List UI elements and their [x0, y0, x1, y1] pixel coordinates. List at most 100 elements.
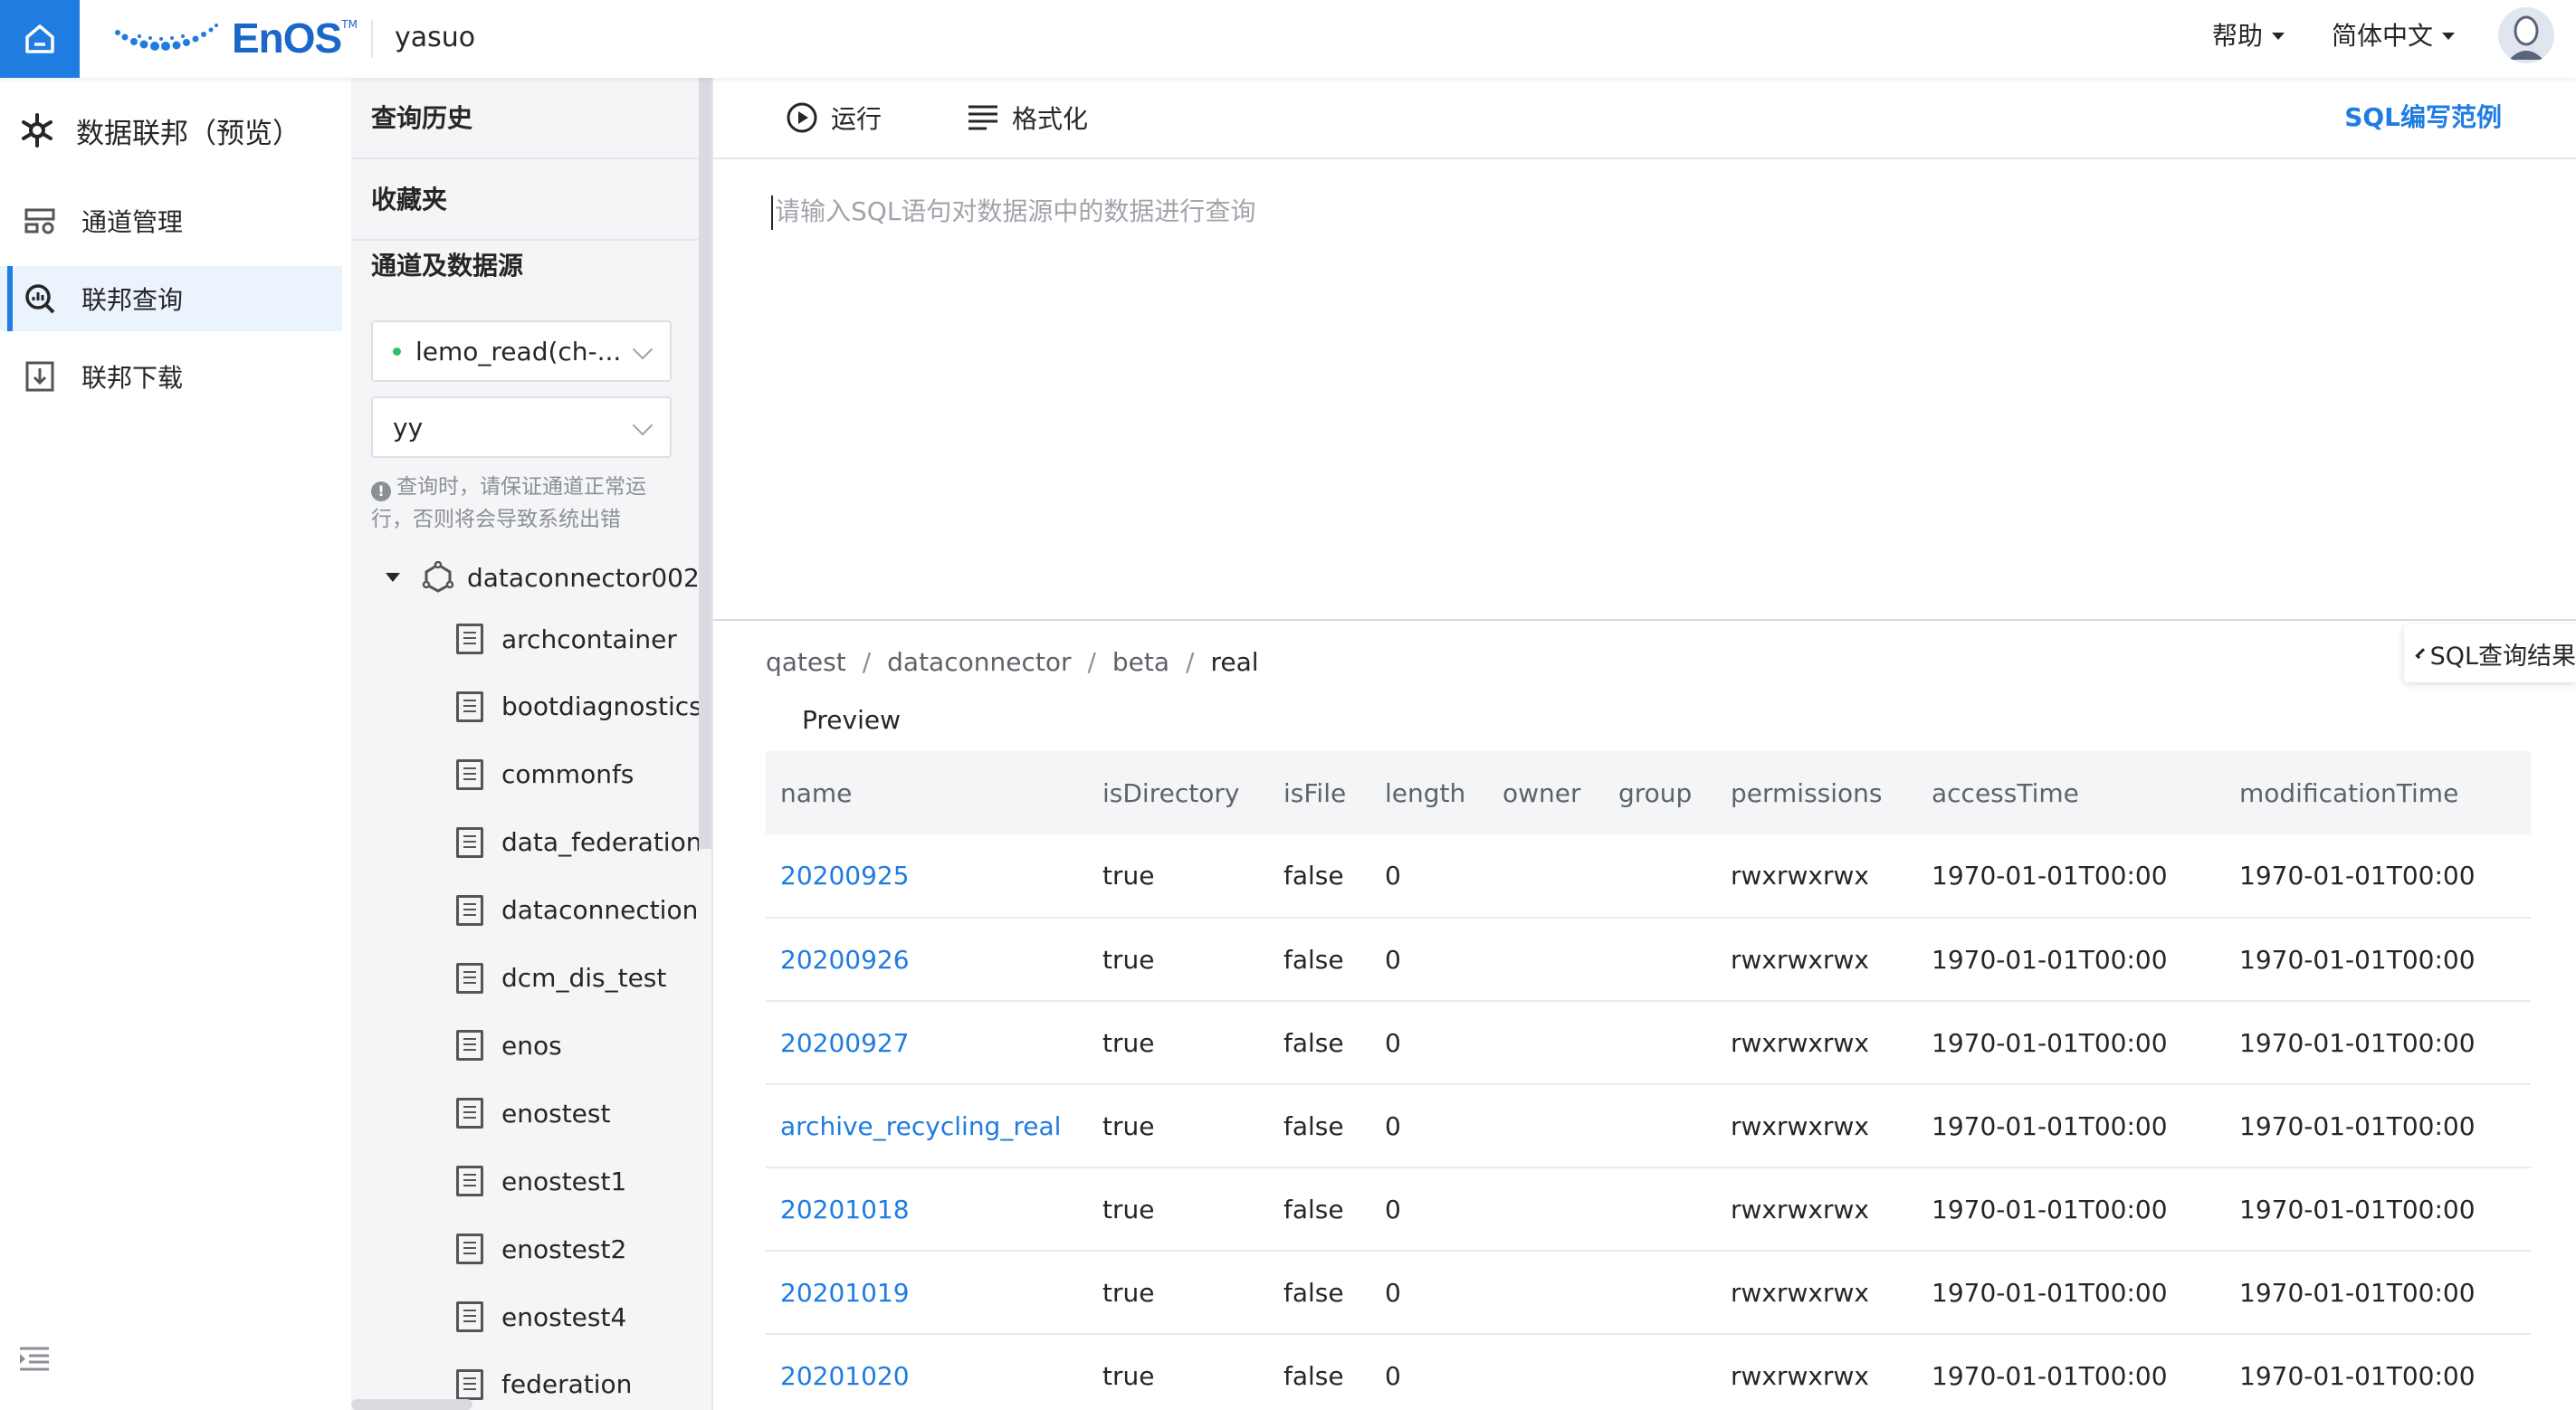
- table-cell: 1970-01-01T00:00: [1917, 1334, 2225, 1410]
- enos-logo[interactable]: EnOS TM: [112, 13, 358, 63]
- table-cell: 0: [1370, 1001, 1488, 1085]
- user-avatar-icon: [2499, 8, 2553, 62]
- federated-download-icon: [25, 361, 54, 392]
- tree-item[interactable]: enostest4: [456, 1297, 699, 1337]
- column-header-isFile[interactable]: isFile: [1269, 751, 1370, 834]
- caret-down-icon[interactable]: [386, 573, 400, 582]
- table-row[interactable]: 20201018 true false 0 rwxrwxrwx 1970-01-01T00…: [766, 1167, 2531, 1252]
- table-row[interactable]: 20200925 true false 0 rwxrwxrwx 1970-01-01T00…: [766, 834, 2531, 919]
- warning-hint: ! 查询时，请保证通道正常运行，否则将会导致系统出错: [371, 471, 684, 536]
- column-header-length[interactable]: length: [1370, 751, 1488, 834]
- tree-item[interactable]: enostest1: [456, 1161, 699, 1201]
- run-label: 运行: [831, 104, 883, 134]
- sql-result-side-tab[interactable]: SQL查询结果: [2404, 624, 2576, 682]
- table-file-icon: [456, 962, 483, 994]
- breadcrumb-separator: /: [1087, 647, 1096, 677]
- tree-item[interactable]: data_federation: [456, 823, 699, 862]
- sql-example-link[interactable]: SQL编写范例: [2344, 78, 2502, 157]
- sidebar-item-federated-download[interactable]: 联邦下载: [0, 344, 342, 409]
- table-cell: [1488, 1167, 1604, 1252]
- row-name-link[interactable]: 20200927: [766, 1001, 1088, 1085]
- column-header-name[interactable]: name: [766, 751, 1088, 834]
- row-name-link[interactable]: 20200925: [766, 834, 1088, 919]
- table-cell: 0: [1370, 1334, 1488, 1410]
- datasource-select-value: yy: [393, 412, 424, 443]
- favorites-tab[interactable]: 收藏夹: [351, 159, 699, 241]
- table-cell: 1970-01-01T00:00: [2225, 834, 2531, 919]
- side-tab-label: SQL查询结果: [2429, 642, 2576, 671]
- play-icon: [787, 102, 817, 133]
- table-cell: false: [1269, 1167, 1370, 1252]
- row-name-link[interactable]: 20201019: [766, 1251, 1088, 1335]
- connector-icon: [422, 561, 454, 593]
- column-header-isDirectory[interactable]: isDirectory: [1088, 751, 1269, 834]
- table-row[interactable]: 20200927 true false 0 rwxrwxrwx 1970-01-01T00…: [766, 1001, 2531, 1085]
- chevron-left-icon: [2415, 648, 2427, 659]
- table-cell: 1970-01-01T00:00: [1917, 834, 2225, 919]
- hint-text: 查询时，请保证通道正常运行，否则将会导致系统出错: [371, 475, 646, 531]
- table-row[interactable]: 20201019 true false 0 rwxrwxrwx 1970-01-01T00…: [766, 1251, 2531, 1335]
- tenant-name[interactable]: yasuo: [395, 18, 475, 58]
- tree-item[interactable]: federation: [456, 1365, 699, 1405]
- help-menu[interactable]: 帮助: [2212, 16, 2285, 56]
- table-cell: 1970-01-01T00:00: [2225, 1167, 2531, 1252]
- collapse-menu-icon[interactable]: [18, 1345, 51, 1372]
- language-menu[interactable]: 简体中文: [2332, 16, 2456, 56]
- query-history-tab[interactable]: 查询历史: [351, 78, 699, 159]
- sidebar-item-federated-query[interactable]: 联邦查询: [0, 266, 342, 331]
- table-row[interactable]: archive_recycling_real true false 0 rwxrwxrw…: [766, 1084, 2531, 1168]
- home-button[interactable]: [0, 0, 80, 78]
- header-divider: [371, 20, 373, 58]
- tree-item[interactable]: enostest: [456, 1093, 699, 1133]
- breadcrumb-item[interactable]: beta: [1112, 643, 1169, 682]
- breadcrumb-item[interactable]: qatest: [766, 643, 846, 682]
- chevron-down-icon: [632, 414, 654, 436]
- table-cell: [1488, 1001, 1604, 1085]
- user-avatar[interactable]: [2498, 7, 2554, 63]
- sql-editor[interactable]: 请输入SQL语句对数据源中的数据进行查询: [713, 159, 2576, 621]
- table-cell: [1604, 834, 1716, 919]
- tree-item[interactable]: archcontainer: [456, 619, 699, 659]
- panel-horizontal-scrollbar[interactable]: [351, 1399, 472, 1410]
- column-header-permissions[interactable]: permissions: [1716, 751, 1917, 834]
- format-button[interactable]: 格式化: [967, 78, 1088, 157]
- breadcrumb-separator: /: [1186, 647, 1195, 677]
- table-cell: rwxrwxrwx: [1716, 1084, 1917, 1168]
- product-name: 数据联邦（预览）: [76, 117, 301, 150]
- column-header-accessTime[interactable]: accessTime: [1917, 751, 2225, 834]
- tree-item[interactable]: commonfs: [456, 755, 699, 795]
- results-table: name isDirectory isFile length owner group per…: [766, 751, 2531, 1410]
- tree-root-node[interactable]: dataconnector002: [386, 557, 700, 597]
- row-name-link[interactable]: 20200926: [766, 918, 1088, 1002]
- table-cell: 1970-01-01T00:00: [2225, 1084, 2531, 1168]
- tree-item[interactable]: dataconnection: [456, 891, 699, 930]
- tree-item-label: dcm_dis_test: [501, 963, 667, 993]
- table-cell: rwxrwxrwx: [1716, 1001, 1917, 1085]
- breadcrumb-item[interactable]: dataconnector: [887, 643, 1071, 682]
- datasource-select[interactable]: yy: [371, 396, 672, 458]
- sidebar-item-channel-manage[interactable]: 通道管理: [0, 188, 342, 253]
- row-name-link[interactable]: 20201020: [766, 1334, 1088, 1410]
- caret-down-icon: [2442, 33, 2456, 40]
- tree-item-label: enostest1: [501, 1166, 627, 1196]
- tree-item[interactable]: enostest2: [456, 1229, 699, 1269]
- tree-item[interactable]: dcm_dis_test: [456, 958, 699, 998]
- column-header-owner[interactable]: owner: [1488, 751, 1604, 834]
- table-row[interactable]: 20201020 true false 0 rwxrwxrwx 1970-01-01T00…: [766, 1334, 2531, 1410]
- table-cell: [1488, 1251, 1604, 1335]
- table-cell: false: [1269, 1084, 1370, 1168]
- tree-item-label: enostest4: [501, 1301, 627, 1332]
- column-header-group[interactable]: group: [1604, 751, 1716, 834]
- home-icon: [25, 24, 54, 53]
- column-header-modificationTime[interactable]: modificationTime: [2225, 751, 2531, 834]
- tree-item[interactable]: bootdiagnostics_: [456, 687, 699, 727]
- preview-tab[interactable]: Preview: [802, 700, 901, 740]
- run-button[interactable]: 运行: [786, 78, 882, 157]
- row-name-link[interactable]: archive_recycling_real: [766, 1084, 1088, 1168]
- table-cell: false: [1269, 918, 1370, 1002]
- tree-item[interactable]: enos: [456, 1025, 699, 1065]
- row-name-link[interactable]: 20201018: [766, 1167, 1088, 1252]
- table-row[interactable]: 20200926 true false 0 rwxrwxrwx 1970-01-01T00…: [766, 918, 2531, 1002]
- table-cell: rwxrwxrwx: [1716, 1167, 1917, 1252]
- channel-select[interactable]: lemo_read(ch-...: [371, 320, 672, 382]
